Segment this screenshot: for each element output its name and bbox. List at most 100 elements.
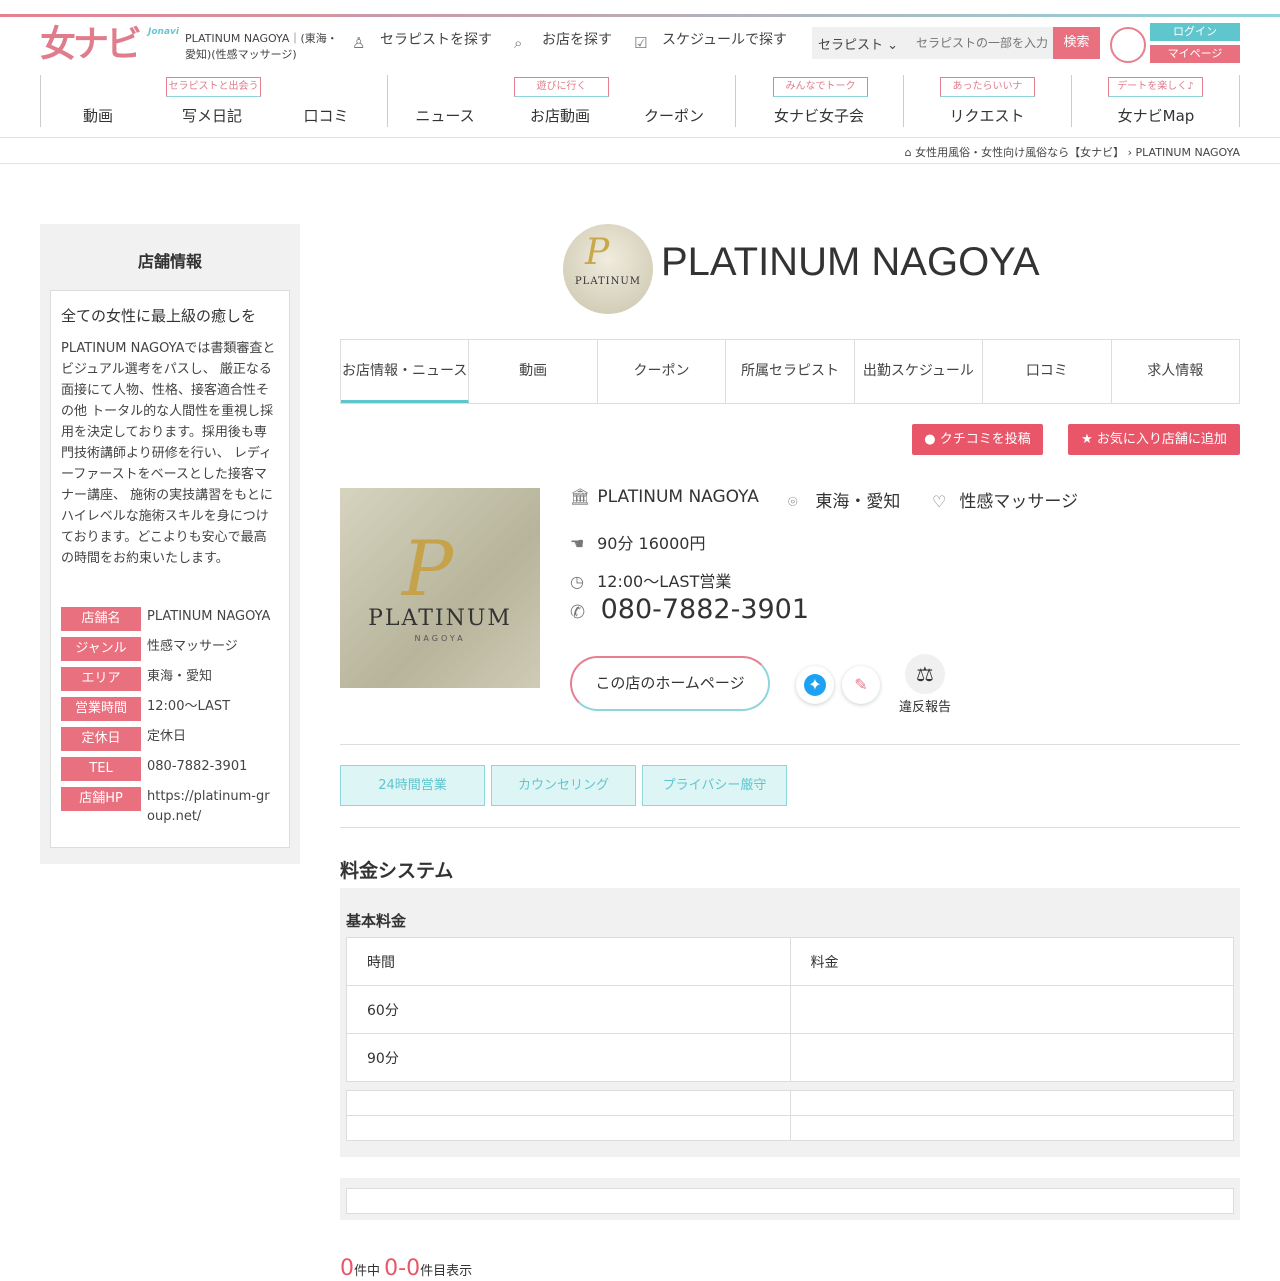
sidebar-title: 店舗情報: [137, 252, 202, 271]
nav-item-news[interactable]: ニュース: [405, 105, 485, 126]
empty-box-inner: [346, 1188, 1234, 1214]
chevron-right-icon: ›: [1127, 146, 1136, 159]
info-value: 定休日: [147, 729, 187, 744]
login-button[interactable]: ログイン: [1150, 23, 1240, 41]
result-total-suffix: 件中: [354, 1264, 381, 1279]
shop-genre-value: 性感マッサージ: [959, 492, 1079, 512]
search-type-select[interactable]: セラピスト ⌄: [818, 34, 898, 53]
star-icon: ★: [1081, 432, 1093, 447]
shop-logo-icon: P PLATINUM: [563, 224, 653, 314]
search-input[interactable]: [900, 31, 1054, 55]
nav-item-shop-video[interactable]: お店動画: [520, 105, 600, 126]
report-label: 違反報告: [898, 700, 951, 715]
nav-item-request[interactable]: リクエスト: [937, 105, 1037, 126]
nav-item-reviews[interactable]: 口コミ: [286, 105, 366, 126]
schedule-label: スケジュールで探す: [662, 32, 788, 48]
shop-catchphrase: 全ての女性に最上級の癒しを: [61, 307, 257, 325]
nav-item-map[interactable]: 女ナビMap: [1106, 105, 1206, 126]
tab-reviews[interactable]: 口コミ: [983, 340, 1112, 403]
option-table: [346, 1090, 1234, 1141]
shop-hp-link[interactable]: https://platinum-group.net/: [147, 787, 277, 827]
shop-hours-detail: ◷ 12:00〜LAST営業: [570, 568, 731, 592]
post-review-button[interactable]: ● クチコミを投稿: [912, 424, 1043, 455]
tab-recruit[interactable]: 求人情報: [1112, 340, 1239, 403]
info-label: ジャンル: [61, 637, 141, 661]
image-sub: NAGOYA: [414, 634, 466, 643]
tab-video[interactable]: 動画: [469, 340, 598, 403]
table-row: [346, 1090, 1234, 1116]
shop-hours-value: 12:00〜LAST営業: [597, 572, 732, 591]
image-monogram: P: [402, 524, 454, 613]
mypage-button[interactable]: マイページ: [1150, 45, 1240, 63]
hand-icon: ☚: [570, 534, 585, 553]
info-value: 080-7882-3901: [147, 759, 248, 774]
table-header: 時間: [346, 937, 791, 986]
homepage-button[interactable]: この店のホームページ: [570, 656, 770, 711]
nav-divider: [387, 75, 388, 127]
schedule-link[interactable]: ☑ スケジュールで探す: [634, 29, 787, 54]
table-cell: [346, 1115, 791, 1141]
shop-area-detail: ⌾ 東海・愛知: [788, 487, 900, 512]
site-logo[interactable]: 女ナビ Jonavi: [40, 25, 179, 67]
table-row: [346, 1115, 1234, 1141]
nav-item-photo-diary[interactable]: 写メ日記: [172, 105, 252, 126]
image-word: PLATINUM: [368, 606, 512, 631]
shop-tel-value: 080-7882-3901: [600, 594, 810, 625]
result-total: 0: [340, 1256, 354, 1281]
table-cell: [789, 985, 1234, 1034]
twitter-share-button[interactable]: ✦: [796, 666, 834, 704]
add-favorite-button[interactable]: ★ お気に入り店舗に追加: [1068, 424, 1240, 455]
table-cell: 60分: [346, 985, 791, 1034]
info-value: 東海・愛知: [147, 669, 213, 684]
calendar-icon: ☑: [634, 34, 648, 52]
shop-tabs: お店情報・ニュース 動画 クーポン 所属セラピスト 出勤スケジュール 口コミ 求…: [340, 339, 1240, 404]
breadcrumb: ⌂ 女性用風俗・女性向け風俗なら【女ナビ】 › PLATINUM NAGOYA: [905, 144, 1240, 160]
find-therapist-label: セラピストを探す: [380, 32, 492, 48]
table-cell: 90分: [346, 1033, 791, 1082]
tab-coupon[interactable]: クーポン: [598, 340, 727, 403]
building-icon: 🏛: [570, 487, 591, 506]
review-write-button[interactable]: ✎: [842, 666, 880, 704]
nav-item-joshikai[interactable]: 女ナビ女子会: [764, 105, 874, 126]
info-label: エリア: [61, 667, 141, 691]
heart-icon: ♡: [932, 492, 947, 511]
search-button[interactable]: 検索: [1053, 27, 1100, 59]
report-button[interactable]: ⚖ 違反報告: [897, 654, 953, 715]
shop-title: PLATINUM NAGOYA: [661, 240, 1040, 284]
clock-icon: ◷: [570, 572, 584, 591]
empty-box: [340, 1178, 1240, 1220]
nav-badge: 遊びに行く: [514, 77, 609, 97]
tab-schedule[interactable]: 出勤スケジュール: [855, 340, 984, 403]
shop-tel-detail[interactable]: ✆ 080-7882-3901: [570, 594, 809, 625]
site-header: 女ナビ Jonavi PLATINUM NAGOYA｜(東海・愛知)(性感マッサ…: [0, 17, 1280, 138]
user-avatar-icon[interactable]: [1110, 27, 1146, 63]
search-icon: ⌕: [514, 34, 523, 52]
main-nav: セラピストと出会う 遊びに行く みんなでトーク あったらいいナ デートを楽しく♪…: [40, 75, 1240, 129]
find-therapist-link[interactable]: ♙ セラピストを探す: [352, 29, 492, 54]
logo-sub: Jonavi: [148, 27, 179, 37]
divider: [0, 163, 1280, 164]
divider: [340, 827, 1240, 828]
info-label: TEL: [61, 757, 141, 781]
pricing-box: 基本料金 時間 料金 60分 90分: [340, 888, 1240, 1157]
info-value: 性感マッサージ: [147, 639, 238, 654]
divider: [340, 744, 1240, 745]
result-range: 0-0: [384, 1256, 421, 1281]
feature-tag: 24時間営業: [340, 765, 485, 806]
tab-therapists[interactable]: 所属セラピスト: [726, 340, 855, 403]
breadcrumb-home[interactable]: 女性用風俗・女性向け風俗なら【女ナビ】: [915, 146, 1124, 159]
nav-item-video[interactable]: 動画: [58, 105, 138, 126]
chevron-down-icon: ⌄: [887, 38, 899, 53]
gavel-icon: ⚖: [905, 654, 945, 694]
twitter-icon: ✦: [804, 674, 826, 696]
pricing-subtitle: 基本料金: [346, 912, 407, 930]
phone-icon: ✆: [570, 602, 586, 623]
nav-divider: [1239, 75, 1240, 127]
shop-area-value: 東海・愛知: [815, 492, 901, 512]
table-cell: [789, 1115, 1234, 1141]
find-shop-link[interactable]: ⌕ お店を探す: [514, 29, 612, 54]
tab-info-news[interactable]: お店情報・ニュース: [341, 340, 470, 403]
table-row: 90分: [346, 1033, 1234, 1082]
feature-tag: カウンセリング: [491, 765, 636, 806]
nav-item-coupon[interactable]: クーポン: [634, 105, 714, 126]
